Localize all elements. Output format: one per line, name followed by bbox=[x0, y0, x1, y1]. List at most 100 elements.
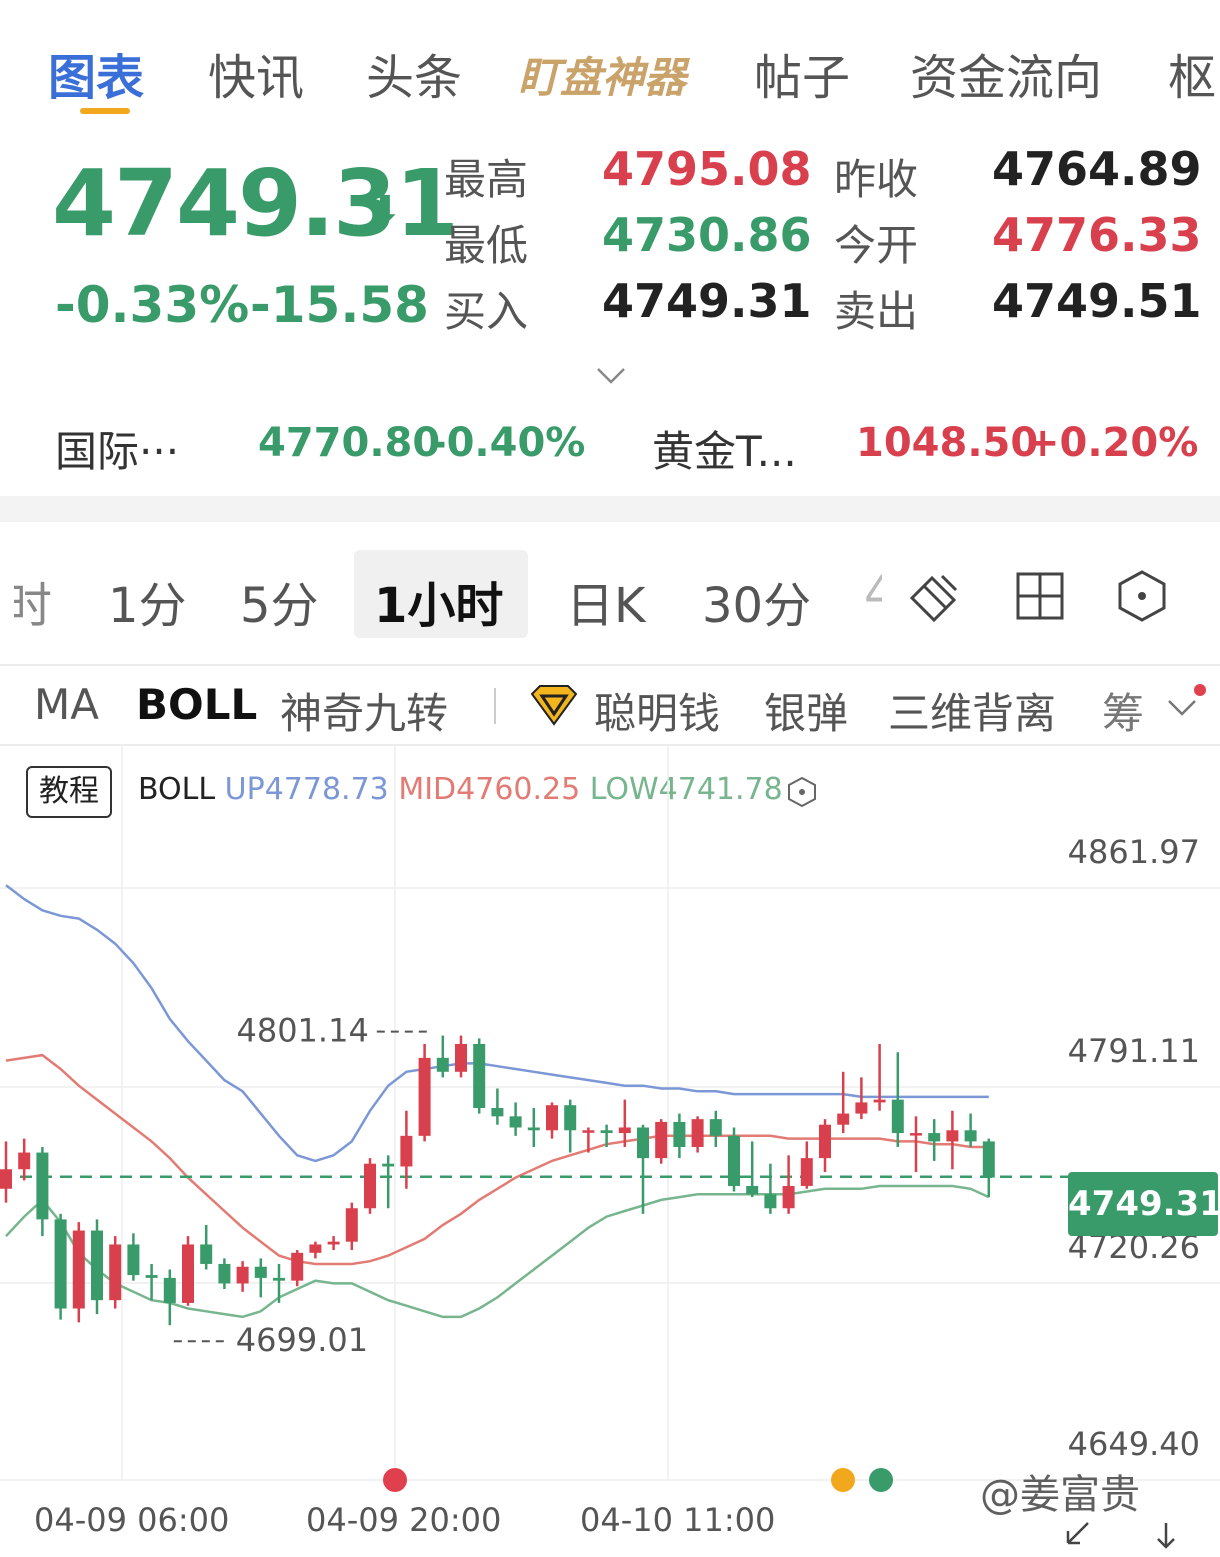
candle-body bbox=[782, 1185, 795, 1209]
candle-body bbox=[455, 1043, 467, 1072]
fullscreen-icon bbox=[1066, 1522, 1089, 1545]
min-price-label: 4699.01 bbox=[236, 1321, 368, 1359]
candle-body bbox=[109, 1244, 122, 1301]
y-tick-label: 4861.97 bbox=[1068, 833, 1200, 871]
candle-body bbox=[36, 1152, 49, 1220]
period-tab-daily[interactable]: 日K bbox=[566, 566, 645, 636]
top-tab-bar: 图表 快讯 头条 盯盘神器 帖子 资金流向 枢 bbox=[0, 0, 1220, 120]
event-marker-orange bbox=[831, 1468, 855, 1492]
candle-body bbox=[946, 1130, 959, 1142]
candle-body bbox=[800, 1158, 813, 1186]
candle-body bbox=[764, 1194, 777, 1209]
candle-body bbox=[236, 1266, 249, 1284]
candle-body bbox=[637, 1127, 649, 1159]
indicator-tab-chips-cut[interactable]: 筹 bbox=[1102, 680, 1156, 741]
candle-body bbox=[728, 1135, 740, 1186]
change-amount: -15.58 bbox=[250, 276, 429, 334]
indicator-tab-silver-bullet[interactable]: 银弹 bbox=[764, 680, 848, 741]
candle-body bbox=[819, 1124, 831, 1159]
candle-body bbox=[345, 1208, 358, 1242]
candle-body bbox=[309, 1244, 322, 1253]
expand-chevron-icon[interactable] bbox=[596, 360, 626, 390]
indicator-tab-3d-divergence[interactable]: 三维背离 bbox=[888, 680, 1056, 741]
candle-body bbox=[364, 1163, 376, 1209]
bid-label: 买入 bbox=[444, 287, 529, 336]
tab-headlines[interactable]: 头条 bbox=[366, 38, 462, 108]
candle-body bbox=[709, 1119, 722, 1136]
tab-flash-news[interactable]: 快讯 bbox=[208, 38, 304, 108]
candle-body bbox=[327, 1241, 340, 1245]
candle-body bbox=[509, 1116, 522, 1128]
tab-chart[interactable]: 图表 bbox=[48, 38, 144, 108]
candle-body bbox=[491, 1107, 504, 1117]
candle-body bbox=[910, 1133, 922, 1136]
candle-body bbox=[400, 1135, 413, 1167]
y-tick-label: 4791.11 bbox=[1068, 1032, 1200, 1070]
gold-td-price: 1048.50 bbox=[856, 420, 1039, 466]
intl-gold-price: 4770.80 bbox=[258, 420, 441, 466]
x-tick-label: 04-10 11:00 bbox=[580, 1501, 775, 1539]
period-tab-4hour-cut[interactable]: 4 bbox=[864, 566, 882, 622]
candle-body bbox=[418, 1057, 431, 1136]
drawing-tool-icon[interactable] bbox=[906, 568, 962, 624]
indicator-tab-boll[interactable]: BOLL bbox=[136, 680, 257, 729]
candlestick-chart[interactable]: 4861.974791.114720.264649.4004-09 06:00 0… bbox=[0, 745, 1220, 1557]
candle-body bbox=[546, 1105, 558, 1131]
indicator-tab-smart-money[interactable]: 聪明钱 bbox=[594, 680, 720, 741]
intl-gold-label[interactable]: 国际··· bbox=[55, 418, 179, 479]
candle-body bbox=[891, 1099, 904, 1134]
settings-hexagon-icon[interactable] bbox=[1114, 568, 1170, 624]
period-tab-timeshare[interactable]: 时 bbox=[14, 566, 52, 636]
divider-line bbox=[0, 664, 1220, 666]
candle-body bbox=[254, 1266, 267, 1278]
candle-body bbox=[982, 1141, 995, 1178]
gold-td-change: +0.20% bbox=[1026, 420, 1199, 466]
low-value: 4730.86 bbox=[602, 208, 812, 262]
notification-dot bbox=[1194, 684, 1206, 696]
low-label: 最低 bbox=[444, 221, 529, 270]
candle-body bbox=[91, 1230, 103, 1301]
candle-body bbox=[746, 1185, 759, 1195]
tab-posts[interactable]: 帖子 bbox=[754, 38, 850, 108]
indicator-tab-td9[interactable]: 神奇九转 bbox=[280, 680, 448, 741]
max-price-label: 4801.14 bbox=[236, 1012, 368, 1050]
gold-td-label[interactable]: 黄金T... bbox=[652, 418, 797, 479]
candle-body bbox=[964, 1130, 977, 1142]
event-marker-green bbox=[869, 1468, 893, 1492]
candle-body bbox=[291, 1252, 304, 1281]
grid-layout-icon[interactable] bbox=[1012, 568, 1068, 624]
ask-label: 卖出 bbox=[834, 287, 919, 336]
period-tab-1hour[interactable]: 1小时 bbox=[374, 566, 503, 636]
open-value: 4776.33 bbox=[992, 208, 1202, 262]
period-tab-5min[interactable]: 5分 bbox=[240, 566, 319, 636]
candle-body bbox=[163, 1277, 176, 1303]
period-tab-30min[interactable]: 30分 bbox=[702, 566, 811, 636]
tab-fund-flow[interactable]: 资金流向 bbox=[910, 38, 1102, 108]
ask-value: 4749.51 bbox=[992, 274, 1202, 328]
more-indicators-chevron-icon[interactable] bbox=[1166, 692, 1198, 722]
candle-body bbox=[600, 1130, 613, 1134]
period-tab-1min[interactable]: 1分 bbox=[108, 566, 187, 636]
prev-close-value: 4764.89 bbox=[992, 142, 1202, 196]
boll-lower-band bbox=[5, 1184, 990, 1319]
candle-body bbox=[382, 1163, 395, 1167]
candle-body bbox=[145, 1275, 158, 1278]
tab-more-cut[interactable]: 枢 bbox=[1168, 38, 1216, 108]
author-watermark: @姜富贵 bbox=[980, 1472, 1140, 1518]
y-tick-label: 4649.40 bbox=[1068, 1425, 1200, 1463]
section-divider bbox=[0, 496, 1220, 522]
indicator-tab-ma[interactable]: MA bbox=[34, 680, 99, 729]
candle-body bbox=[127, 1244, 140, 1276]
x-tick-label: 04-09 06:00 bbox=[34, 1501, 229, 1539]
premium-diamond-icon bbox=[530, 685, 578, 726]
tab-watch-tool[interactable]: 盯盘神器 bbox=[518, 44, 686, 105]
candle-body bbox=[691, 1119, 704, 1147]
candle-body bbox=[0, 1169, 12, 1189]
x-tick-label: 04-09 20:00 bbox=[306, 1501, 501, 1539]
open-label: 今开 bbox=[834, 221, 919, 270]
candle-body bbox=[273, 1277, 285, 1281]
candle-body bbox=[200, 1244, 213, 1264]
event-marker-red bbox=[383, 1468, 407, 1492]
current-price-tag: 4749.31 bbox=[1068, 1172, 1220, 1236]
candle-body bbox=[18, 1152, 31, 1170]
